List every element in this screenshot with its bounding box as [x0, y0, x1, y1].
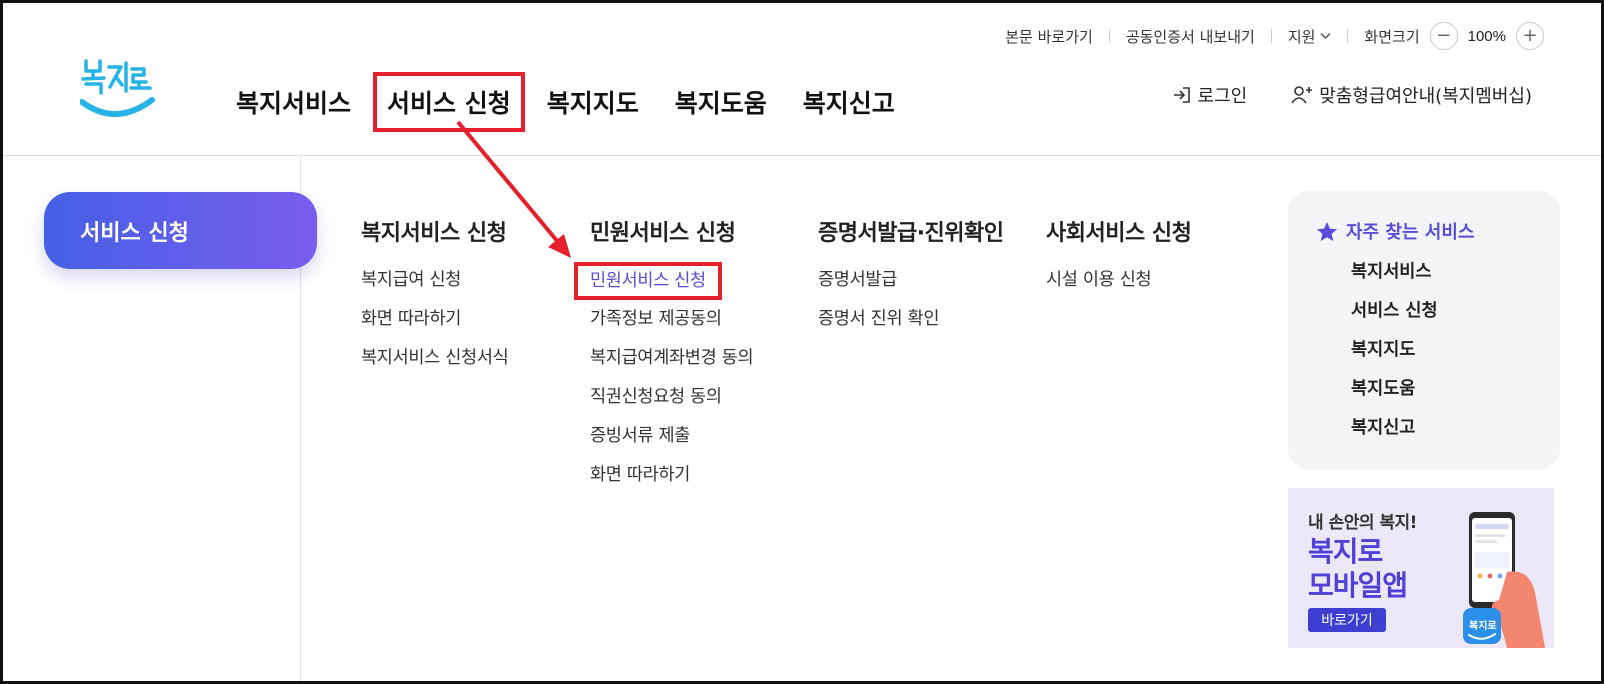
nav-welfare-help[interactable]: 복지도움	[675, 84, 767, 120]
nav-welfare-services[interactable]: 복지서비스	[236, 84, 351, 120]
chevron-down-icon	[1320, 30, 1331, 43]
side-menu-title: 서비스 신청	[44, 192, 317, 269]
support-dropdown[interactable]: 지원	[1288, 26, 1332, 47]
menu-column-title[interactable]: 민원서비스 신청	[590, 215, 753, 247]
menu-column-welfare-application: 복지서비스 신청 복지급여 신청 화면 따라하기 복지서비스 신청서식	[361, 215, 509, 384]
membership-link[interactable]: 맞춤형급여안내(복지멤버십)	[1291, 82, 1532, 108]
menu-item[interactable]: 증빙서류 제출	[590, 423, 753, 462]
utility-separator	[1108, 29, 1110, 43]
favorite-item[interactable]: 복지도움	[1351, 375, 1560, 414]
logo-icon	[79, 59, 155, 117]
menu-column-social-service: 사회서비스 신청 시설 이용 신청	[1046, 215, 1192, 306]
phone-hand-illustration: 복지로	[1463, 512, 1545, 648]
favorite-item[interactable]: 복지서비스	[1351, 258, 1560, 297]
header-actions: 로그인 맞춤형급여안내(복지멤버십)	[1172, 82, 1532, 108]
menu-column-title[interactable]: 증명서발급·진위확인	[818, 215, 1004, 247]
menu-item[interactable]: 복지급여 신청	[361, 267, 508, 306]
skip-to-content-link[interactable]: 본문 바로가기	[1005, 26, 1093, 47]
export-certificate-link[interactable]: 공동인증서 내보내기	[1126, 26, 1255, 47]
menu-column-title[interactable]: 복지서비스 신청	[361, 215, 508, 247]
utility-separator	[1270, 29, 1272, 43]
nav-welfare-map[interactable]: 복지지도	[547, 84, 639, 120]
zoom-out-button[interactable]: −	[1429, 22, 1458, 50]
utility-separator	[1347, 29, 1349, 43]
menu-item[interactable]: 복지급여계좌변경 동의	[590, 345, 754, 384]
support-label: 지원	[1287, 27, 1316, 46]
favorite-item[interactable]: 복지지도	[1351, 336, 1560, 375]
main-nav: 복지서비스 서비스 신청 복지지도 복지도움 복지신고	[236, 72, 931, 132]
favorites-title: 자주 찾는 서비스	[1316, 218, 1560, 244]
menu-item[interactable]: 가족정보 제공동의	[590, 306, 753, 345]
utility-bar: 본문 바로가기 공동인증서 내보내기 지원 화면크기 − 100% +	[1005, 22, 1544, 50]
menu-item[interactable]: 증명서발급	[818, 267, 1004, 306]
mobile-app-banner[interactable]: 내 손안의 복지! 복지로 모바일앱 바로가기 복지로	[1288, 488, 1554, 648]
menu-item[interactable]: 화면 따라하기	[361, 306, 508, 345]
menu-column-title[interactable]: 사회서비스 신청	[1046, 215, 1192, 247]
menu-item[interactable]: 화면 따라하기	[590, 462, 753, 501]
menu-item[interactable]: 복지서비스 신청서식	[361, 345, 509, 384]
screen-size-label: 화면크기	[1364, 27, 1420, 46]
menu-item[interactable]: 시설 이용 신청	[1046, 267, 1191, 306]
bokjiro-logo[interactable]	[79, 55, 155, 127]
favorite-item[interactable]: 복지신고	[1351, 414, 1560, 453]
menu-item[interactable]: 증명서 진위 확인	[818, 306, 1004, 345]
zoom-value: 100%	[1467, 27, 1506, 45]
banner-go-button[interactable]: 바로가기	[1308, 608, 1386, 632]
nav-service-application[interactable]: 서비스 신청	[373, 72, 525, 132]
app-icon-text: 복지로	[1469, 619, 1497, 632]
membership-label: 맞춤형급여안내(복지멤버십)	[1319, 86, 1532, 107]
menu-item[interactable]: 직권신청요청 동의	[590, 384, 753, 423]
menu-column-civil-application: 민원서비스 신청 민원서비스 신청 가족정보 제공동의 복지급여계좌변경 동의 …	[574, 215, 754, 501]
banner-title-line2: 모바일앱	[1308, 569, 1408, 602]
menu-column-certificate: 증명서발급·진위확인 증명서발급 증명서 진위 확인	[818, 215, 1004, 345]
login-arrow-icon	[1173, 87, 1190, 103]
favorites-panel: 자주 찾는 서비스 복지서비스 서비스 신청 복지지도 복지도움 복지신고	[1288, 191, 1560, 469]
favorite-item[interactable]: 서비스 신청	[1351, 297, 1560, 336]
menu-item-label: 민원서비스 신청	[574, 262, 722, 300]
zoom-in-button[interactable]: +	[1516, 22, 1544, 50]
menu-item-civil-service-application[interactable]: 민원서비스 신청	[574, 262, 753, 306]
favorites-title-label: 자주 찾는 서비스	[1346, 222, 1475, 243]
user-plus-icon	[1291, 86, 1313, 104]
header-divider	[0, 155, 1604, 156]
login-link[interactable]: 로그인	[1172, 82, 1248, 108]
nav-welfare-report[interactable]: 복지신고	[803, 84, 895, 120]
star-icon	[1317, 221, 1337, 241]
login-label: 로그인	[1197, 86, 1248, 107]
